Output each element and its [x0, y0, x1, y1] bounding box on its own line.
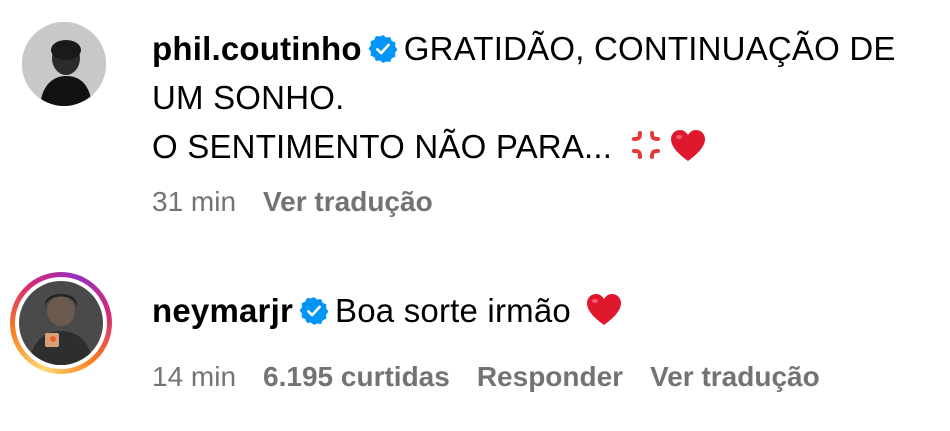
comment-meta: 14 min 6.195 curtidas Responder Ver traduçã… — [152, 361, 847, 393]
likes-count-link[interactable]: 6.195 curtidas — [263, 361, 450, 392]
reply-button[interactable]: Responder — [477, 361, 623, 392]
see-translation-link[interactable]: Ver tradução — [263, 186, 433, 217]
profile-photo-icon — [22, 22, 106, 106]
username[interactable]: neymarjr — [152, 292, 293, 329]
see-translation-link[interactable]: Ver tradução — [650, 361, 820, 392]
red-heart-icon — [586, 293, 622, 327]
red-heart-icon — [670, 129, 706, 163]
avatar-ring-gap — [15, 277, 107, 369]
comment-text: Boa sorte irmão — [335, 292, 571, 329]
anger-symbol-icon — [628, 127, 664, 163]
comment-meta: 31 min Ver tradução — [152, 186, 460, 218]
comment-body: phil.coutinho GRATIDÃO, CONTINUAÇÃO DE UM… — [152, 24, 930, 171]
profile-photo-icon — [19, 281, 103, 365]
comment-timestamp: 14 min — [152, 361, 237, 392]
comment-timestamp: 31 min — [152, 186, 237, 217]
comment-text-line2: O SENTIMENTO NÃO PARA... — [152, 128, 613, 165]
avatar-story-ring[interactable] — [10, 272, 112, 374]
avatar[interactable] — [22, 22, 106, 106]
avatar — [19, 281, 103, 365]
verified-badge-icon — [368, 34, 398, 64]
verified-badge-icon — [299, 296, 329, 326]
username[interactable]: phil.coutinho — [152, 30, 362, 67]
comment-body: neymarjr Boa sorte irmão — [152, 286, 930, 335]
